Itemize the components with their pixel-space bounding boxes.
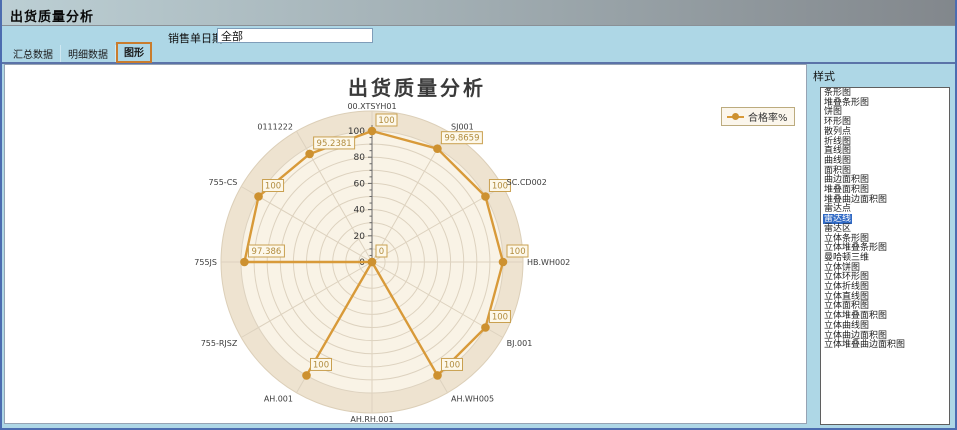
svg-text:100: 100 bbox=[492, 313, 508, 323]
svg-text:0: 0 bbox=[379, 247, 384, 257]
window-title-bar: 出货质量分析 bbox=[2, 0, 955, 26]
svg-text:100: 100 bbox=[509, 247, 525, 257]
style-panel: 样式 条形图堆叠条形图饼图环形图散列点折线图直线图曲线图面积图曲边面积图堆叠面积… bbox=[807, 64, 955, 424]
content-area: 02040608010010099.8659100100100100010009… bbox=[2, 62, 955, 424]
date-input[interactable] bbox=[217, 28, 373, 43]
radar-chart: 02040608010010099.8659100100100100010009… bbox=[5, 65, 806, 423]
svg-text:40: 40 bbox=[354, 206, 366, 216]
tab-summary-data[interactable]: 汇总数据 bbox=[6, 45, 61, 62]
svg-text:99.8659: 99.8659 bbox=[444, 134, 479, 144]
svg-text:97.386: 97.386 bbox=[252, 247, 282, 257]
tab-detail-data[interactable]: 明细数据 bbox=[61, 45, 116, 62]
svg-text:HB.WH002: HB.WH002 bbox=[527, 258, 570, 267]
svg-text:00.XTSYH01: 00.XTSYH01 bbox=[347, 102, 396, 111]
svg-text:BJ.001: BJ.001 bbox=[507, 339, 533, 348]
style-option[interactable]: 立体堆叠曲边面积图 bbox=[823, 341, 949, 351]
svg-text:100: 100 bbox=[313, 360, 329, 370]
style-listbox[interactable]: 条形图堆叠条形图饼图环形图散列点折线图直线图曲线图面积图曲边面积图堆叠面积图堆叠… bbox=[820, 87, 950, 425]
svg-text:755-CS: 755-CS bbox=[209, 178, 238, 187]
svg-text:20: 20 bbox=[354, 232, 366, 242]
legend-series-marker-icon bbox=[727, 113, 744, 120]
svg-text:100: 100 bbox=[492, 182, 508, 192]
svg-text:出货质量分析: 出货质量分析 bbox=[348, 76, 486, 100]
tab-chart[interactable]: 图形 bbox=[116, 42, 152, 63]
window-title: 出货质量分析 bbox=[10, 10, 94, 25]
svg-text:80: 80 bbox=[354, 153, 366, 163]
svg-text:100: 100 bbox=[378, 116, 394, 126]
svg-text:AH.001: AH.001 bbox=[264, 395, 293, 404]
svg-text:AH.RH.001: AH.RH.001 bbox=[350, 415, 393, 423]
chart-panel: 02040608010010099.8659100100100100010009… bbox=[4, 64, 807, 424]
svg-text:100: 100 bbox=[444, 360, 460, 370]
svg-text:SC.CD002: SC.CD002 bbox=[507, 178, 547, 187]
svg-text:60: 60 bbox=[354, 179, 366, 189]
svg-text:0111222: 0111222 bbox=[257, 122, 293, 131]
svg-text:AH.WH005: AH.WH005 bbox=[451, 395, 494, 404]
svg-text:755-RJSZ: 755-RJSZ bbox=[201, 339, 238, 348]
svg-text:SJ001: SJ001 bbox=[451, 122, 474, 131]
svg-text:100: 100 bbox=[265, 182, 281, 192]
chart-legend: 合格率% bbox=[721, 107, 795, 126]
date-field-label: 销售单日期 bbox=[168, 30, 223, 46]
svg-text:95.2381: 95.2381 bbox=[317, 139, 352, 149]
legend-series-label: 合格率% bbox=[748, 109, 788, 124]
style-panel-title: 样式 bbox=[813, 68, 955, 84]
tab-strip: 汇总数据明细数据图形 bbox=[2, 47, 955, 62]
app-window: 出货质量分析 销售单日期 汇总数据明细数据图形 0 20 40 60 80 100 100 9… bbox=[0, 0, 957, 430]
svg-text:755JS: 755JS bbox=[194, 258, 217, 267]
